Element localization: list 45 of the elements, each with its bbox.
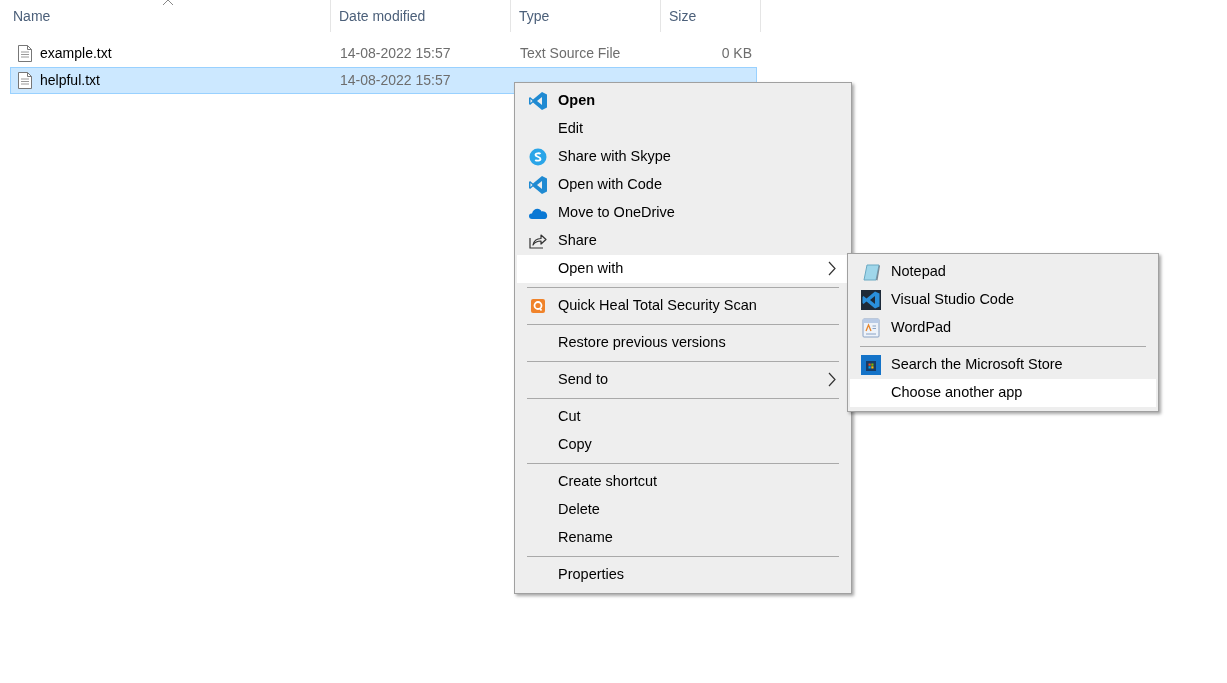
menu-item[interactable]: WordPad xyxy=(850,314,1156,342)
column-header[interactable]: Type xyxy=(511,0,661,32)
menu-item[interactable]: Share with Skype xyxy=(517,143,849,171)
menu-item[interactable]: Restore previous versions xyxy=(517,329,849,357)
chevron-right-icon xyxy=(828,372,836,387)
code-editor-icon xyxy=(527,91,548,111)
wordpad-icon xyxy=(861,318,880,338)
column-header[interactable]: Date modified xyxy=(331,0,511,32)
menu-item[interactable]: Choose another app xyxy=(850,379,1156,407)
notepad-icon xyxy=(860,262,881,282)
menu-item[interactable]: Send to xyxy=(517,366,849,394)
menu-item[interactable]: Cut xyxy=(517,403,849,431)
file-size: 0 KB xyxy=(720,44,752,63)
security-scan-icon xyxy=(529,298,546,314)
cloud-icon xyxy=(527,207,548,219)
menu-item[interactable]: Copy xyxy=(517,431,849,459)
menu-item[interactable]: Properties xyxy=(517,561,849,589)
chevron-right-icon xyxy=(828,261,836,276)
menu-item[interactable]: Delete xyxy=(517,496,849,524)
menu-item[interactable]: Open with xyxy=(517,255,849,283)
text-file-icon xyxy=(18,72,32,89)
date-modified: 14-08-2022 15:57 xyxy=(339,71,452,90)
menu-item[interactable]: Create shortcut xyxy=(517,468,849,496)
share-icon xyxy=(528,233,547,249)
file-name: helpful.txt xyxy=(40,71,100,90)
text-file-icon xyxy=(18,45,32,62)
menu-item[interactable]: Notepad xyxy=(850,258,1156,286)
chat-app-icon xyxy=(528,148,547,166)
file-row[interactable]: example.txt 14-08-2022 15:57 Text Source File 0 KB xyxy=(10,40,757,67)
menu-item[interactable]: Edit xyxy=(517,115,849,143)
code-editor-icon xyxy=(527,175,548,195)
file-name: example.txt xyxy=(40,44,112,63)
menu-item[interactable]: Open with Code xyxy=(517,171,849,199)
column-header[interactable]: Size xyxy=(661,0,761,32)
file-type: Text Source File xyxy=(519,44,622,63)
menu-item[interactable]: Move to OneDrive xyxy=(517,199,849,227)
menu-item[interactable]: Search the Microsoft Store xyxy=(850,351,1156,379)
column-header[interactable]: Name xyxy=(0,0,331,32)
menu-item[interactable]: Visual Studio Code xyxy=(850,286,1156,314)
menu-item[interactable]: Quick Heal Total Security Scan xyxy=(517,292,849,320)
menu-item[interactable]: Rename xyxy=(517,524,849,552)
code-editor-icon xyxy=(860,290,881,310)
menu-item[interactable]: Share xyxy=(517,227,849,255)
store-icon xyxy=(860,355,881,375)
date-modified: 14-08-2022 15:57 xyxy=(339,44,452,63)
